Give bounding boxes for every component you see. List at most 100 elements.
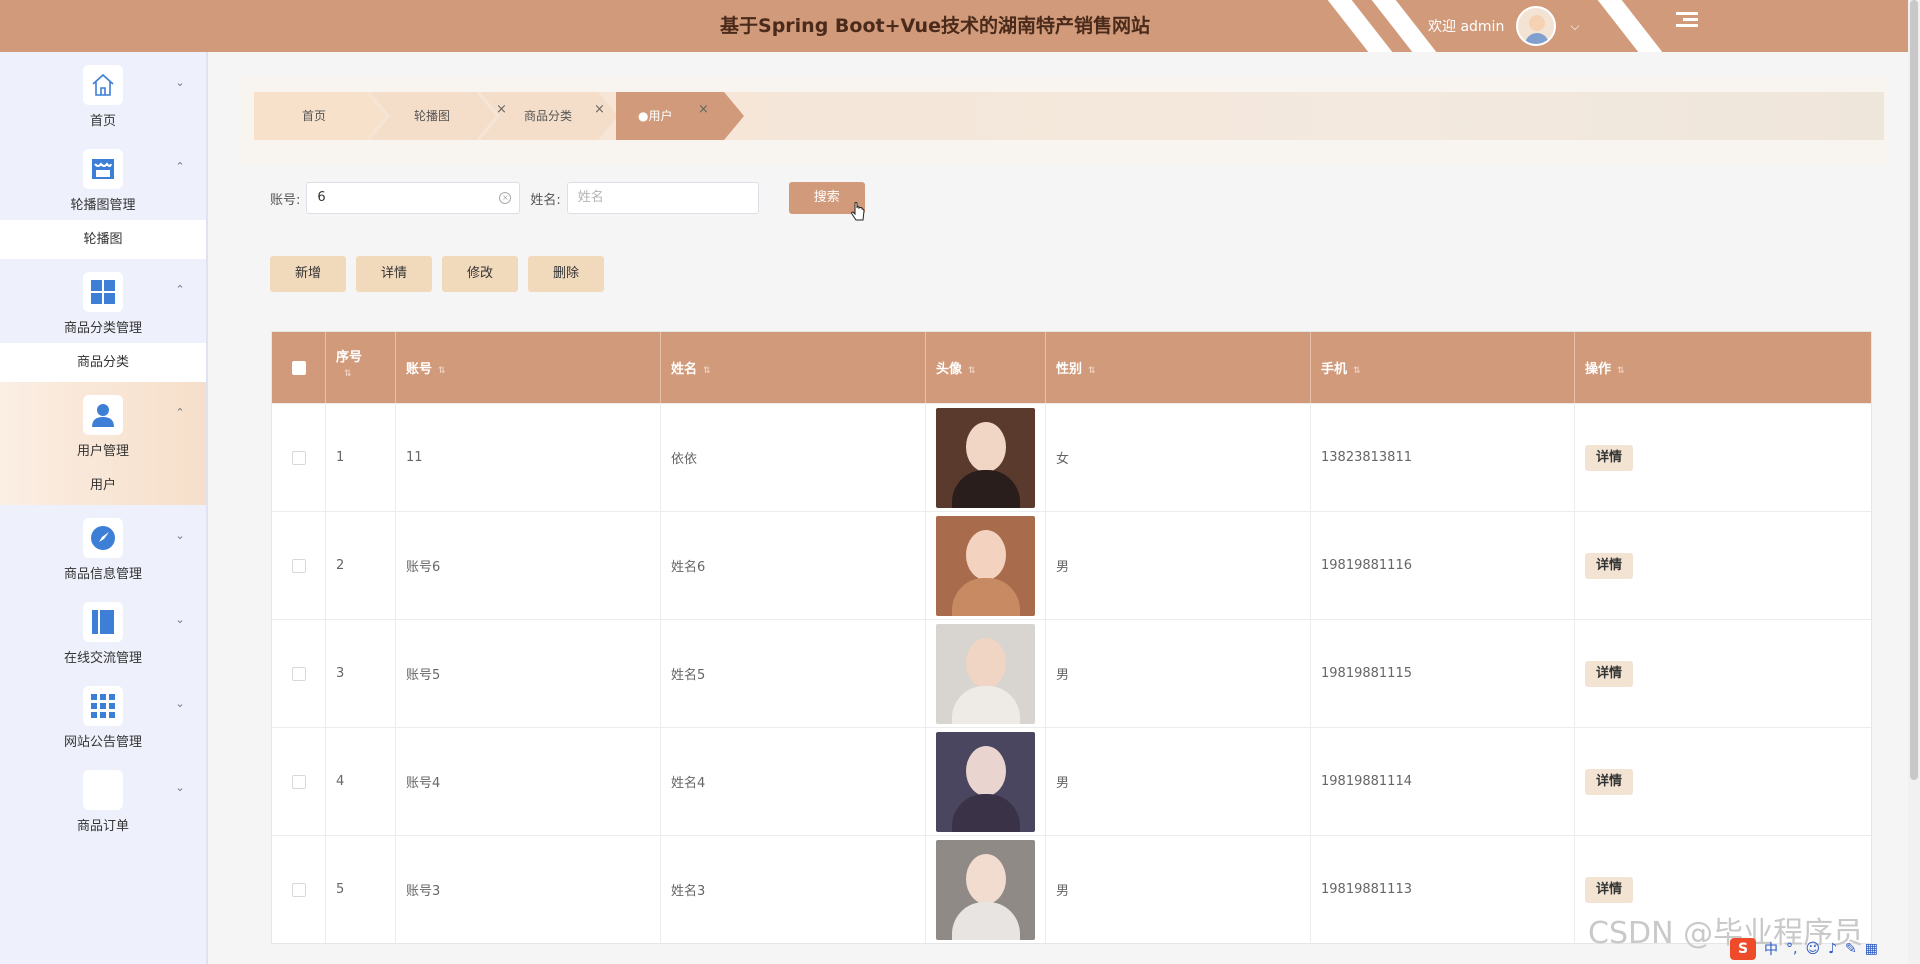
sidebar-subitem-carousel[interactable]: 轮播图 [0, 220, 206, 259]
punctuation-icon[interactable]: °, [1786, 941, 1797, 957]
name-input[interactable]: 姓名 [566, 182, 759, 214]
cell-name: 姓名5 [661, 620, 926, 727]
account-label: 账号: [270, 192, 301, 208]
pen-icon[interactable]: ✎ [1845, 941, 1857, 957]
account-input[interactable]: 6 × [306, 182, 521, 214]
sidebar-item-chat-management[interactable]: 在线交流管理 ⌄ [0, 589, 206, 673]
row-checkbox[interactable] [291, 450, 306, 465]
sidebar-item-orders[interactable]: 商品订单 ⌄ [0, 757, 206, 841]
row-detail-button[interactable]: 详情 [1585, 768, 1633, 795]
ime-mode[interactable]: 中 [1764, 939, 1778, 959]
row-checkbox[interactable] [291, 558, 306, 573]
column-header-index[interactable]: 序号 ⇅ [326, 332, 396, 403]
delete-button[interactable]: 删除 [528, 256, 604, 292]
tab-home[interactable]: 首页 [254, 92, 326, 140]
avatar[interactable] [936, 515, 1035, 616]
row-detail-button[interactable]: 详情 [1585, 876, 1633, 903]
top-header: 基于Spring Boot+Vue技术的湖南特产销售网站 欢迎 admin ⌵ [0, 0, 1920, 52]
row-detail-button[interactable]: 详情 [1585, 552, 1633, 579]
welcome-text: 欢迎 admin [1428, 19, 1505, 35]
chevron-down-icon[interactable]: ⌵ [1570, 19, 1579, 34]
cell-actions: 详情 [1575, 620, 1871, 727]
menu-toggle-icon[interactable] [1676, 12, 1698, 32]
column-header-gender[interactable]: 性别 ⇅ [1046, 332, 1311, 403]
user-menu[interactable]: 欢迎 admin ⌵ [1428, 5, 1579, 47]
close-icon[interactable]: × [698, 86, 709, 134]
column-header-label: 手机 [1321, 362, 1348, 377]
search-button-label: 搜索 [813, 190, 840, 205]
cell-actions: 详情 [1575, 404, 1871, 511]
ime-logo-icon[interactable]: S [1730, 938, 1756, 960]
sort-icon[interactable]: ⇅ [1353, 366, 1361, 376]
table-row[interactable]: 3 账号5 姓名5 男 19819881115 详情 [272, 619, 1871, 727]
table-row[interactable]: 1 11 依依 女 13823813811 详情 [272, 403, 1871, 511]
sidebar-item-home[interactable]: 首页 ⌄ [0, 52, 206, 136]
cell-avatar [926, 728, 1046, 835]
avatar[interactable] [936, 623, 1035, 724]
column-header-phone[interactable]: 手机 ⇅ [1311, 332, 1575, 403]
row-checkbox[interactable] [291, 666, 306, 681]
sidebar-subitem-category[interactable]: 商品分类 [0, 343, 206, 382]
table-row[interactable]: 4 账号4 姓名4 男 19819881114 详情 [272, 727, 1871, 835]
sort-icon[interactable]: ⇅ [1088, 366, 1096, 376]
sidebar-item-user-management[interactable]: 用户管理 ⌃ [0, 382, 206, 466]
sidebar-item-product-management[interactable]: 商品信息管理 ⌄ [0, 505, 206, 589]
detail-button[interactable]: 详情 [356, 256, 432, 292]
row-checkbox[interactable] [291, 774, 306, 789]
sort-icon[interactable]: ⇅ [344, 369, 352, 379]
tab-label: 商品分类 [524, 109, 573, 123]
chevron-down-icon[interactable]: ⌄ [175, 76, 185, 89]
table-row[interactable]: 2 账号6 姓名6 男 19819881116 详情 [272, 511, 1871, 619]
sidebar-item-carousel-management[interactable]: 轮播图管理 ⌃ [0, 136, 206, 220]
scrollbar[interactable] [1908, 0, 1920, 964]
chevron-down-icon[interactable]: ⌄ [175, 613, 185, 626]
cell-avatar [926, 836, 1046, 943]
sidebar: 首页 ⌄ 轮播图管理 ⌃ 轮播图 商品分类管理 ⌃ 商品分类 用户管理 ⌃ 用户… [0, 52, 208, 964]
apps-icon[interactable]: ▦ [1865, 941, 1878, 957]
sort-icon[interactable]: ⇅ [703, 366, 711, 376]
row-detail-button[interactable]: 详情 [1585, 444, 1633, 471]
avatar[interactable] [936, 839, 1035, 940]
avatar[interactable] [936, 407, 1035, 508]
chevron-down-icon[interactable]: ⌄ [175, 781, 185, 794]
search-button[interactable]: 搜索 [788, 182, 865, 221]
chevron-up-icon[interactable]: ⌃ [175, 406, 185, 419]
chevron-up-icon[interactable]: ⌃ [175, 283, 185, 296]
chevron-down-icon[interactable]: ⌄ [175, 697, 185, 710]
row-detail-button[interactable]: 详情 [1585, 660, 1633, 687]
sidebar-item-category-management[interactable]: 商品分类管理 ⌃ [0, 259, 206, 343]
add-button[interactable]: 新增 [270, 256, 346, 292]
tab-category[interactable]: 商品分类 × [476, 92, 605, 140]
avatar[interactable] [1516, 6, 1557, 46]
column-header-account[interactable]: 账号 ⇅ [396, 332, 661, 403]
sidebar-item-label: 在线交流管理 [63, 651, 142, 666]
emoji-icon[interactable]: ☺ [1805, 941, 1820, 957]
column-header-label: 头像 [936, 362, 963, 377]
mic-icon[interactable]: ♪ [1828, 941, 1837, 957]
avatar[interactable] [936, 731, 1035, 832]
cell-index: 4 [326, 728, 396, 835]
cell-gender: 女 [1046, 404, 1311, 511]
sort-icon[interactable]: ⇅ [1617, 366, 1625, 376]
row-checkbox[interactable] [291, 882, 306, 897]
sort-icon[interactable]: ⇅ [438, 366, 446, 376]
column-header-name[interactable]: 姓名 ⇅ [661, 332, 926, 403]
sidebar-subitem-user[interactable]: 用户 [0, 466, 206, 505]
cell-actions: 详情 [1575, 512, 1871, 619]
column-header-avatar[interactable]: 头像 ⇅ [926, 332, 1046, 403]
cell-phone: 19819881115 [1311, 620, 1575, 727]
column-header-actions[interactable]: 操作 ⇅ [1575, 332, 1871, 403]
hand-cursor-icon [850, 202, 865, 221]
sort-icon[interactable]: ⇅ [968, 366, 976, 376]
clear-icon[interactable]: × [499, 192, 512, 204]
tab-carousel[interactable]: 轮播图 × [366, 92, 507, 140]
cell-phone: 19819881114 [1311, 728, 1575, 835]
tab-user[interactable]: ●用户 × [590, 92, 709, 140]
sidebar-item-notice-management[interactable]: 网站公告管理 ⌄ [0, 673, 206, 757]
scrollbar-thumb[interactable] [1910, 0, 1918, 780]
select-all-checkbox[interactable] [291, 360, 306, 375]
edit-button[interactable]: 修改 [442, 256, 518, 292]
chevron-down-icon[interactable]: ⌄ [175, 529, 185, 542]
chevron-up-icon[interactable]: ⌃ [175, 160, 185, 173]
cell-avatar [926, 404, 1046, 511]
